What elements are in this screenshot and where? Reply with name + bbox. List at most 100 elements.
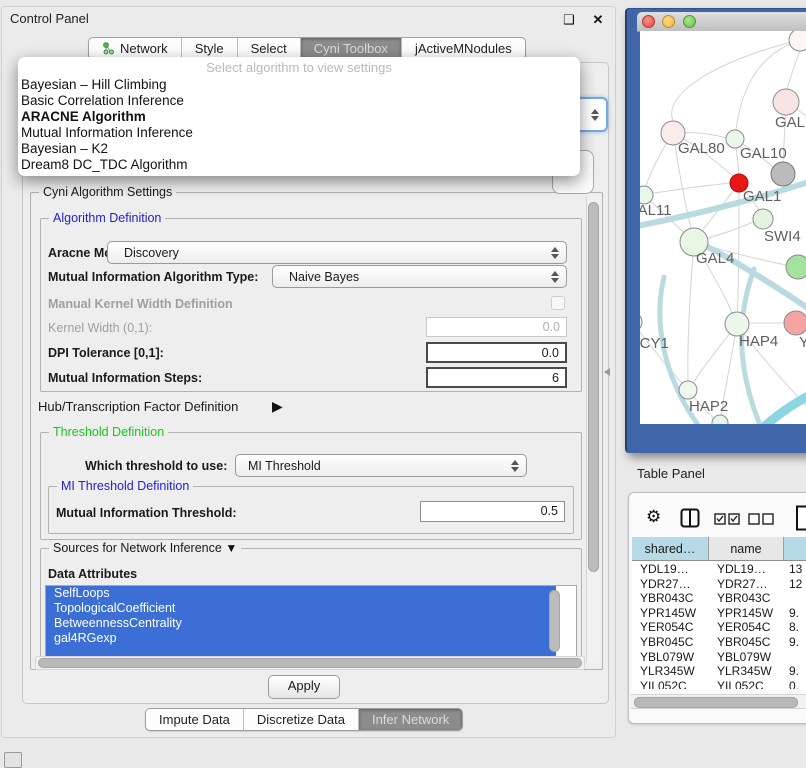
- table-row[interactable]: YPR145W YPR145W 9.: [632, 606, 806, 621]
- tab-network[interactable]: Network: [89, 38, 181, 59]
- tab-impute-data[interactable]: Impute Data: [146, 709, 243, 730]
- zoom-traffic-light-icon[interactable]: [683, 15, 696, 28]
- bottom-tabbar: Impute Data Discretize Data Infer Networ…: [145, 708, 463, 731]
- attribute-item[interactable]: gal4RGexp: [46, 631, 556, 646]
- algorithm-option[interactable]: Basic Correlation Inference: [18, 93, 580, 109]
- node-label: GAL: [775, 114, 805, 131]
- columns-icon[interactable]: [680, 508, 700, 533]
- algorithm-option[interactable]: Mutual Information Inference: [18, 125, 580, 141]
- tab-cyni-toolbox[interactable]: Cyni Toolbox: [300, 38, 401, 59]
- mi-steps-field[interactable]: 6: [426, 367, 567, 388]
- combo-spinner-icon: [551, 271, 559, 283]
- table-hscrollbar-track[interactable]: [630, 694, 806, 709]
- splitter-handle[interactable]: [604, 368, 610, 376]
- network-node-hap2[interactable]: [679, 381, 697, 399]
- network-node[interactable]: [789, 31, 806, 51]
- mi-type-combo[interactable]: Naive Bayes: [272, 265, 567, 288]
- table-row[interactable]: YBR045C YBR045C 9.: [632, 635, 806, 650]
- corner-button[interactable]: [4, 752, 22, 768]
- table-row[interactable]: YIL052C YIL052C 0.: [632, 679, 806, 689]
- tab-network-label: Network: [120, 41, 168, 56]
- aracne-mode-combo[interactable]: Discovery: [107, 241, 567, 264]
- node-label: GAL1: [743, 188, 781, 205]
- attribute-item[interactable]: TopologicalCoefficient: [46, 601, 556, 616]
- node-label: GCY1: [640, 335, 669, 352]
- checked-checkboxes-icon[interactable]: [714, 512, 740, 530]
- tab-infer-network[interactable]: Infer Network: [358, 709, 462, 730]
- float-window-icon[interactable]: ❑: [561, 12, 577, 28]
- network-node[interactable]: [784, 311, 806, 335]
- table-hscrollbar-thumb[interactable]: [634, 697, 798, 708]
- network-node[interactable]: [771, 162, 795, 186]
- combo-spinner-icon: [591, 109, 599, 121]
- control-panel-title: Control Panel: [10, 11, 89, 26]
- mi-type-label: Mutual Information Algorithm Type:: [48, 270, 258, 284]
- popup-header: Select algorithm to view settings: [18, 57, 580, 77]
- settings-hscrollbar-track[interactable]: [35, 656, 585, 670]
- hub-definition-expander-label[interactable]: Hub/Transcription Factor Definition: [38, 399, 238, 414]
- algorithm-option-selected[interactable]: ARACNE Algorithm: [18, 109, 580, 125]
- apply-button[interactable]: Apply: [268, 675, 340, 699]
- kernel-width-field[interactable]: 0.0: [426, 317, 567, 337]
- node-label: GAL11: [640, 202, 672, 219]
- combo-spinner-icon: [551, 247, 559, 259]
- column-header-name[interactable]: name: [709, 537, 784, 561]
- attribute-item[interactable]: BetweennessCentrality: [46, 616, 556, 631]
- node-label: HAP4: [739, 333, 778, 350]
- algorithm-dropdown-popup: Select algorithm to view settings Bayesi…: [18, 57, 580, 176]
- mi-threshold-field[interactable]: 0.5: [420, 501, 565, 522]
- settings-scrollbar-thumb[interactable]: [588, 202, 599, 572]
- table-row[interactable]: YDL19… YDL19… 13: [632, 562, 806, 577]
- node-label: GAL4: [696, 250, 734, 267]
- node-label: SWI4: [764, 228, 801, 245]
- algorithm-definition-title: Algorithm Definition: [49, 211, 165, 225]
- tab-discretize-data[interactable]: Discretize Data: [243, 709, 358, 730]
- algorithm-option[interactable]: Dream8 DC_TDC Algorithm: [18, 157, 580, 173]
- minimize-traffic-light-icon[interactable]: [662, 15, 675, 28]
- network-node[interactable]: [773, 89, 799, 115]
- column-header-shared-name[interactable]: shared…: [632, 537, 709, 561]
- gear-icon[interactable]: ⚙: [646, 507, 661, 527]
- algorithm-option[interactable]: Bayesian – K2: [18, 141, 580, 157]
- algorithm-option[interactable]: Bayesian – Hill Climbing: [18, 77, 580, 93]
- aracne-mode-value: Discovery: [108, 246, 179, 260]
- table-row[interactable]: YBL079W YBL079W: [632, 650, 806, 665]
- node-label: GAL80: [678, 140, 725, 157]
- table-row[interactable]: YLR345W YLR345W 9.: [632, 664, 806, 679]
- tab-jactivemnodules[interactable]: jActiveMNodules: [401, 38, 525, 59]
- mi-threshold-definition-title: MI Threshold Definition: [57, 479, 193, 493]
- network-node-gcy1[interactable]: [640, 312, 642, 332]
- table-panel-title: Table Panel: [637, 466, 705, 481]
- unchecked-checkboxes-icon[interactable]: [748, 512, 774, 530]
- collapse-arrow-icon[interactable]: ▼: [225, 541, 237, 555]
- network-canvas[interactable]: GAL GAL80 GAL10 GAL1 GAL11 SWI4 GAL4 GCY…: [640, 31, 806, 424]
- mi-type-value: Naive Bayes: [273, 270, 359, 284]
- node-label: HAP2: [689, 398, 728, 415]
- which-threshold-combo[interactable]: MI Threshold: [235, 454, 527, 477]
- dpi-tolerance-field[interactable]: 0.0: [426, 342, 567, 363]
- combo-spinner-icon: [511, 460, 519, 472]
- tab-select[interactable]: Select: [237, 38, 300, 59]
- table-body: YDL19… YDL19… 13 YDR27… YDR27… 12 YBR043…: [632, 562, 806, 689]
- close-window-icon[interactable]: ✕: [590, 12, 606, 28]
- settings-hscrollbar-thumb[interactable]: [38, 658, 582, 668]
- table-row[interactable]: YDR27… YDR27… 12: [632, 577, 806, 592]
- table-row[interactable]: YBR043C YBR043C: [632, 591, 806, 606]
- which-threshold-label: Which threshold to use:: [85, 459, 227, 473]
- close-traffic-light-icon[interactable]: [642, 15, 655, 28]
- attribute-item[interactable]: SelfLoops: [46, 586, 556, 601]
- sources-group-title: Sources for Network Inference ▼: [49, 541, 241, 555]
- tab-style[interactable]: Style: [181, 38, 237, 59]
- network-node-swi4[interactable]: [753, 209, 773, 229]
- network-node[interactable]: [712, 415, 728, 424]
- node-label: GAL10: [740, 145, 787, 162]
- expand-arrow-icon[interactable]: ▶: [272, 398, 283, 415]
- column-header-partial[interactable]: A: [784, 537, 806, 561]
- table-row[interactable]: YER054C YER054C 8.: [632, 620, 806, 635]
- attributes-scrollbar-thumb[interactable]: [549, 590, 560, 652]
- page-icon[interactable]: [795, 505, 806, 536]
- manual-kernel-checkbox[interactable]: [551, 296, 565, 310]
- network-node[interactable]: [786, 255, 806, 279]
- dpi-tolerance-label: DPI Tolerance [0,1]:: [48, 346, 164, 360]
- node-label: Y: [799, 334, 806, 351]
